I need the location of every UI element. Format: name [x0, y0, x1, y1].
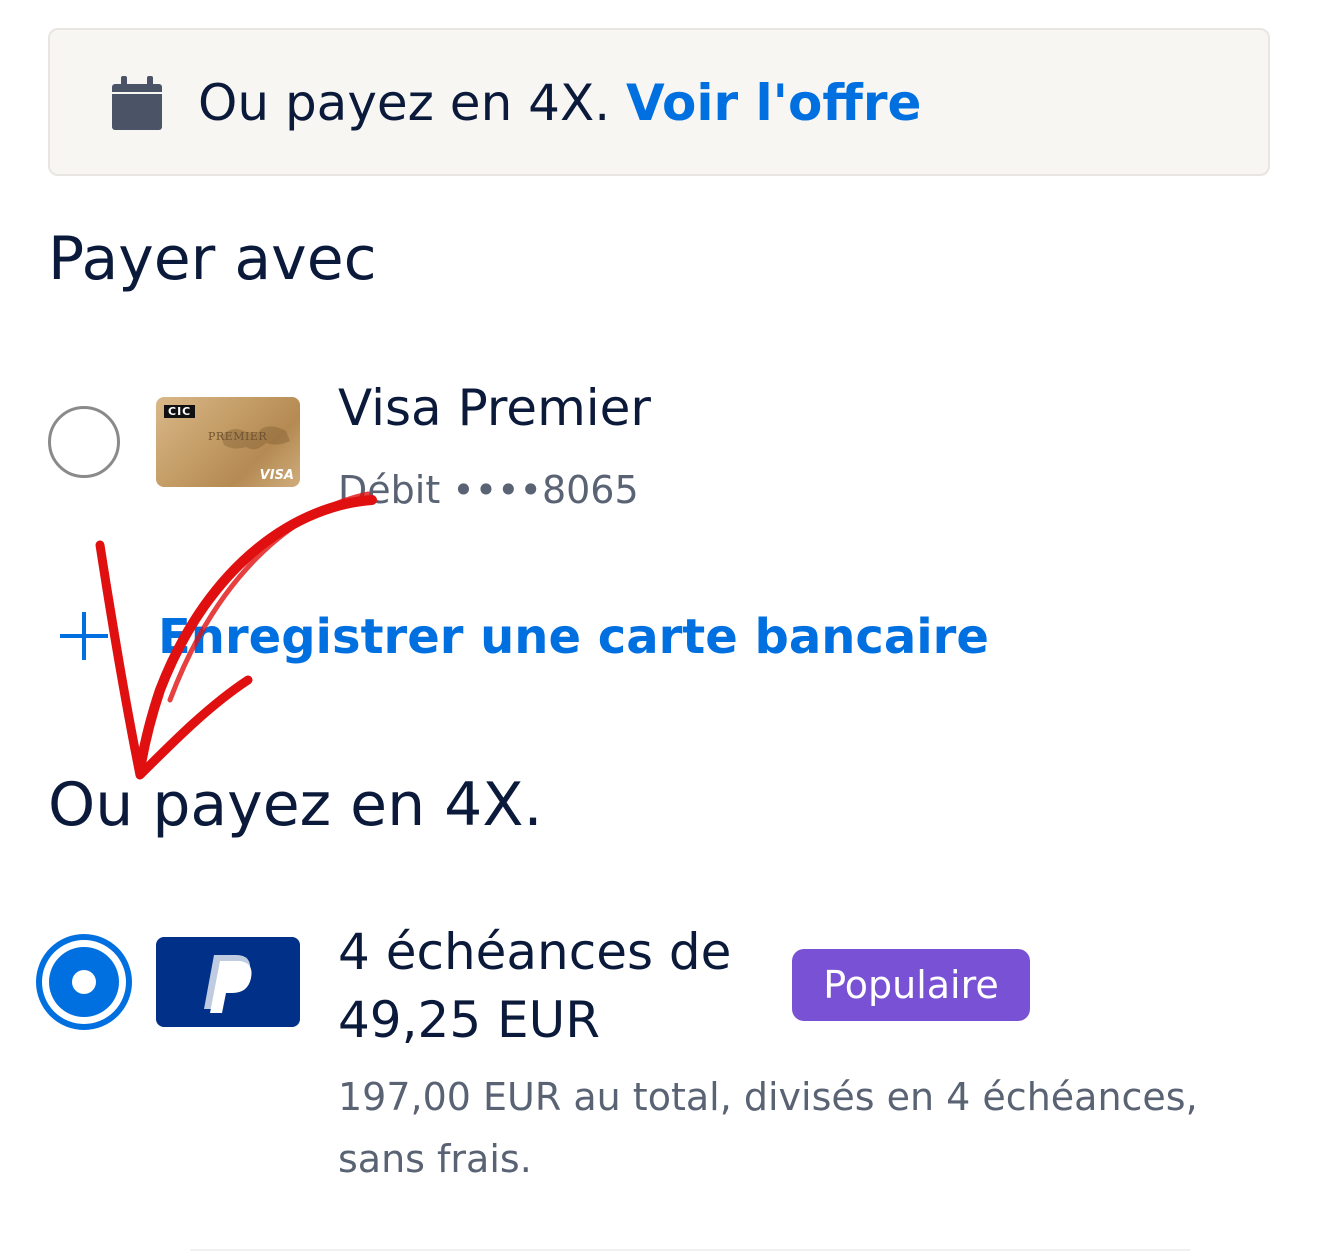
card-network-logo: VISA — [259, 468, 294, 483]
installments-label: 4 échéances de 49,25 EUR — [338, 923, 732, 1049]
pay-with-title: Payer avec — [48, 224, 377, 294]
card-bank-logo: CIC — [164, 405, 196, 418]
add-card-label: Enregistrer une carte bancaire — [158, 609, 989, 665]
see-offer-link[interactable]: Voir l'offre — [626, 74, 921, 132]
card-tier-text: PREMIER — [208, 430, 268, 443]
pay-in-4-banner: Ou payez en 4X. Voir l'offre — [48, 28, 1270, 176]
pay-in-4-radio-button[interactable] — [36, 934, 132, 1030]
paypal-icon — [156, 937, 300, 1027]
pay-in-4-title: Ou payez en 4X. — [48, 770, 543, 840]
plus-icon — [60, 612, 108, 660]
banner-message: Ou payez en 4X. — [198, 74, 627, 132]
paypal-p-glyph — [204, 955, 252, 1013]
divider — [190, 1249, 1190, 1251]
banner-text: Ou payez en 4X. Voir l'offre — [198, 73, 921, 133]
card-name: Visa Premier — [338, 379, 651, 437]
visa-premier-card-image: CIC PREMIER VISA — [156, 397, 300, 487]
popular-badge: Populaire — [792, 949, 1030, 1021]
installments-details: 197,00 EUR au total, divisés en 4 échéan… — [338, 1075, 1198, 1181]
radio-selected-dot — [72, 970, 96, 994]
card-subtitle: Débit ••••8065 — [338, 468, 639, 512]
card-radio-button[interactable] — [48, 406, 120, 478]
calendar-icon — [112, 76, 162, 130]
